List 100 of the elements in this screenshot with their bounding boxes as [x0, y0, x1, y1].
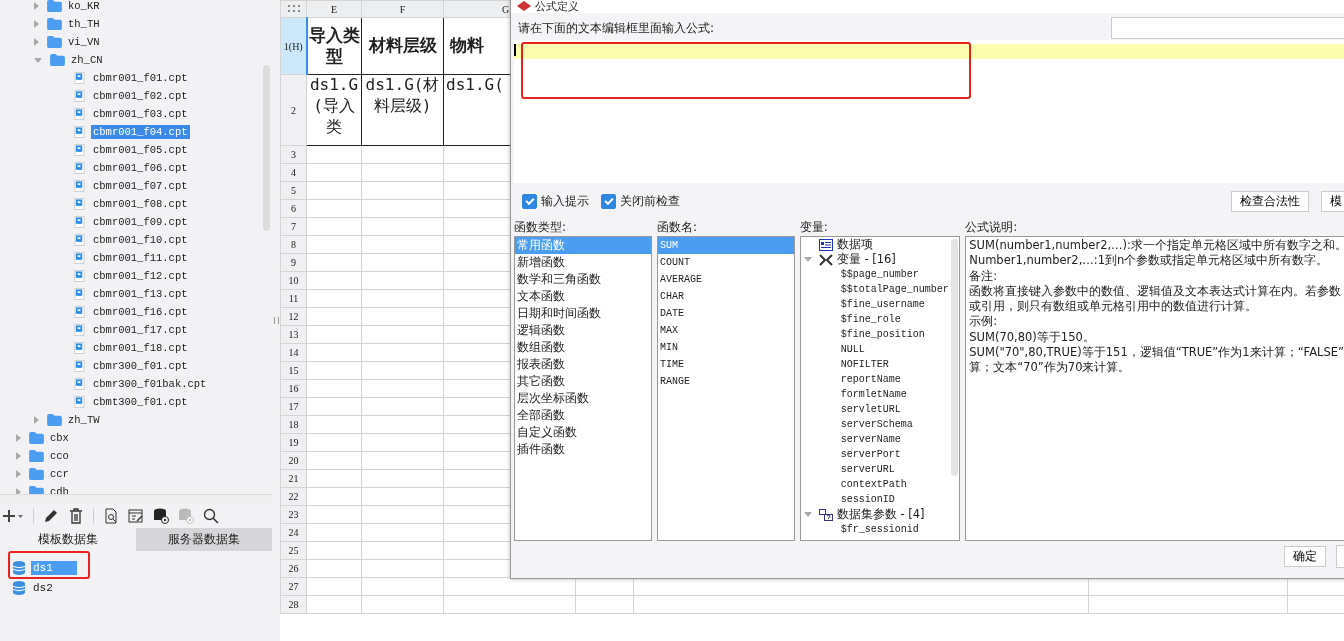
row-header[interactable]: 1(H) [280, 17, 307, 75]
trash-icon[interactable] [68, 507, 84, 524]
variable-item[interactable]: contextPath [840, 479, 907, 490]
function-name-item[interactable]: TIME [657, 356, 794, 373]
file-label[interactable]: cbmr001_f11.cpt [91, 251, 190, 265]
checkbox-label[interactable]: 输入提示 [541, 192, 589, 210]
function-name-item[interactable]: COUNT [657, 254, 794, 271]
folder-label[interactable]: vi_VN [66, 35, 102, 49]
file-label[interactable]: cbmr001_f07.cpt [91, 179, 190, 193]
file-label[interactable]: cbmr001_f03.cpt [91, 107, 190, 121]
dialog-button[interactable]: 检查合法性 [1231, 190, 1309, 212]
folder-label[interactable]: cbx [48, 431, 71, 445]
dialog-button[interactable]: 模 [1321, 190, 1344, 212]
file-label[interactable]: cbmt300_f01.cpt [91, 395, 190, 409]
folder-label[interactable]: ko_KR [66, 0, 102, 13]
file-label[interactable]: cbmr001_f08.cpt [91, 197, 190, 211]
edit-dataset-icon[interactable] [128, 507, 144, 524]
variable-item[interactable]: reportName [840, 374, 901, 385]
function-type-item[interactable]: 逻辑函数 [515, 322, 651, 339]
folder-label[interactable]: th_TH [66, 17, 102, 31]
function-type-item[interactable]: 全部函数 [515, 407, 651, 424]
function-type-item[interactable]: 自定义函数 [515, 424, 651, 441]
variable-item[interactable]: $fr_sessionid [840, 524, 919, 535]
function-type-item[interactable]: 新增函数 [515, 254, 651, 271]
checkbox[interactable] [601, 193, 616, 209]
file-label[interactable]: cbmr001_f01.cpt [91, 71, 190, 85]
expand-arrow-icon[interactable] [803, 257, 812, 262]
folder-label[interactable]: zh_TW [66, 413, 102, 427]
function-type-item[interactable]: 数组函数 [515, 339, 651, 356]
pencil-icon[interactable] [43, 507, 59, 524]
row-header[interactable]: 2 [280, 74, 307, 146]
formula-editor[interactable] [514, 40, 1344, 183]
file-label[interactable]: cbmr300_f01bak.cpt [91, 377, 209, 391]
file-label[interactable]: cbmr001_f02.cpt [91, 89, 190, 103]
expand-arrow-icon[interactable] [34, 57, 42, 63]
ok-button[interactable]: 确定 [1284, 545, 1326, 567]
variable-item[interactable]: serverName [840, 434, 901, 445]
function-name-item[interactable]: MAX [657, 322, 794, 339]
function-type-item[interactable]: 层次坐标函数 [515, 390, 651, 407]
function-type-item[interactable]: 数学和三角函数 [515, 271, 651, 288]
file-label[interactable]: cbmr001_f13.cpt [91, 287, 190, 301]
variable-item[interactable]: serverSchema [840, 419, 913, 430]
expand-arrow-icon[interactable] [803, 512, 812, 517]
variable-item[interactable]: NULL [840, 344, 865, 355]
function-type-item[interactable]: 日期和时间函数 [515, 305, 651, 322]
file-label[interactable]: cbmr001_f09.cpt [91, 215, 190, 229]
expand-arrow-icon[interactable] [34, 38, 39, 46]
function-name-item[interactable]: DATE [657, 305, 794, 322]
expand-arrow-icon[interactable] [34, 2, 39, 10]
variable-item[interactable]: $$totalPage_number [840, 284, 949, 295]
function-type-item[interactable]: 报表函数 [515, 356, 651, 373]
checkbox-label[interactable]: 关闭前检查 [620, 192, 680, 210]
variable-item[interactable]: serverPort [840, 449, 901, 460]
function-type-item[interactable]: 文本函数 [515, 288, 651, 305]
file-label[interactable]: cbmr001_f05.cpt [91, 143, 190, 157]
expand-arrow-icon[interactable] [16, 434, 21, 442]
input-field[interactable] [1111, 17, 1344, 39]
file-label[interactable]: cbmr001_f16.cpt [91, 305, 190, 319]
variable-item[interactable]: NOFILTER [840, 359, 889, 370]
variable-item[interactable]: servletURL [840, 404, 901, 415]
column-header[interactable]: G [502, 3, 510, 15]
column-header[interactable]: F [399, 3, 406, 15]
search-icon[interactable] [203, 507, 219, 524]
function-name-item[interactable]: RANGE [657, 373, 794, 390]
variable-item[interactable]: formletName [840, 389, 907, 400]
function-type-item[interactable]: 其它函数 [515, 373, 651, 390]
function-type-item[interactable]: 插件函数 [515, 441, 651, 458]
function-name-item[interactable]: MIN [657, 339, 794, 356]
variable-item[interactable]: $$page_number [840, 269, 919, 280]
dataset-tab[interactable]: 服务器数据集 [136, 528, 272, 551]
folder-label[interactable]: zh_CN [69, 53, 105, 67]
file-label[interactable]: cbmr001_f10.cpt [91, 233, 190, 247]
expand-arrow-icon[interactable] [16, 452, 21, 460]
expand-arrow-icon[interactable] [34, 20, 39, 28]
folder-label[interactable]: cco [48, 449, 71, 463]
file-label[interactable]: cbmr001_f17.cpt [91, 323, 190, 337]
scrollbar-thumb[interactable] [263, 65, 270, 231]
file-label[interactable]: cbmr001_f04.cpt [91, 125, 190, 139]
variable-item[interactable]: $fine_role [840, 314, 901, 325]
variable-item[interactable]: $fine_username [840, 299, 925, 310]
expand-arrow-icon[interactable] [34, 416, 39, 424]
splitter-handle[interactable] [273, 317, 279, 324]
checkbox[interactable] [522, 193, 537, 209]
variable-group-label[interactable]: 变量 - [16] [836, 252, 896, 267]
file-label[interactable]: cbmr300_f01.cpt [91, 359, 190, 373]
expand-arrow-icon[interactable] [16, 470, 21, 478]
database-play-icon[interactable] [153, 507, 169, 524]
file-label[interactable]: cbmr001_f06.cpt [91, 161, 190, 175]
dataset-item[interactable]: ds2 [31, 581, 55, 595]
variable-group-label[interactable]: 数据集参数 - [4] [836, 507, 925, 522]
add-icon[interactable] [2, 507, 24, 524]
variable-item[interactable]: serverURL [840, 464, 895, 475]
function-name-item[interactable]: AVERAGE [657, 271, 794, 288]
grid-corner-icon[interactable] [287, 4, 300, 13]
file-label[interactable]: cbmr001_f12.cpt [91, 269, 190, 283]
scrollbar-thumb[interactable] [951, 239, 959, 476]
column-header[interactable]: E [330, 3, 338, 15]
folder-label[interactable]: ccr [48, 467, 71, 481]
function-name-item[interactable]: CHAR [657, 288, 794, 305]
variable-item[interactable]: $fine_position [840, 329, 925, 340]
